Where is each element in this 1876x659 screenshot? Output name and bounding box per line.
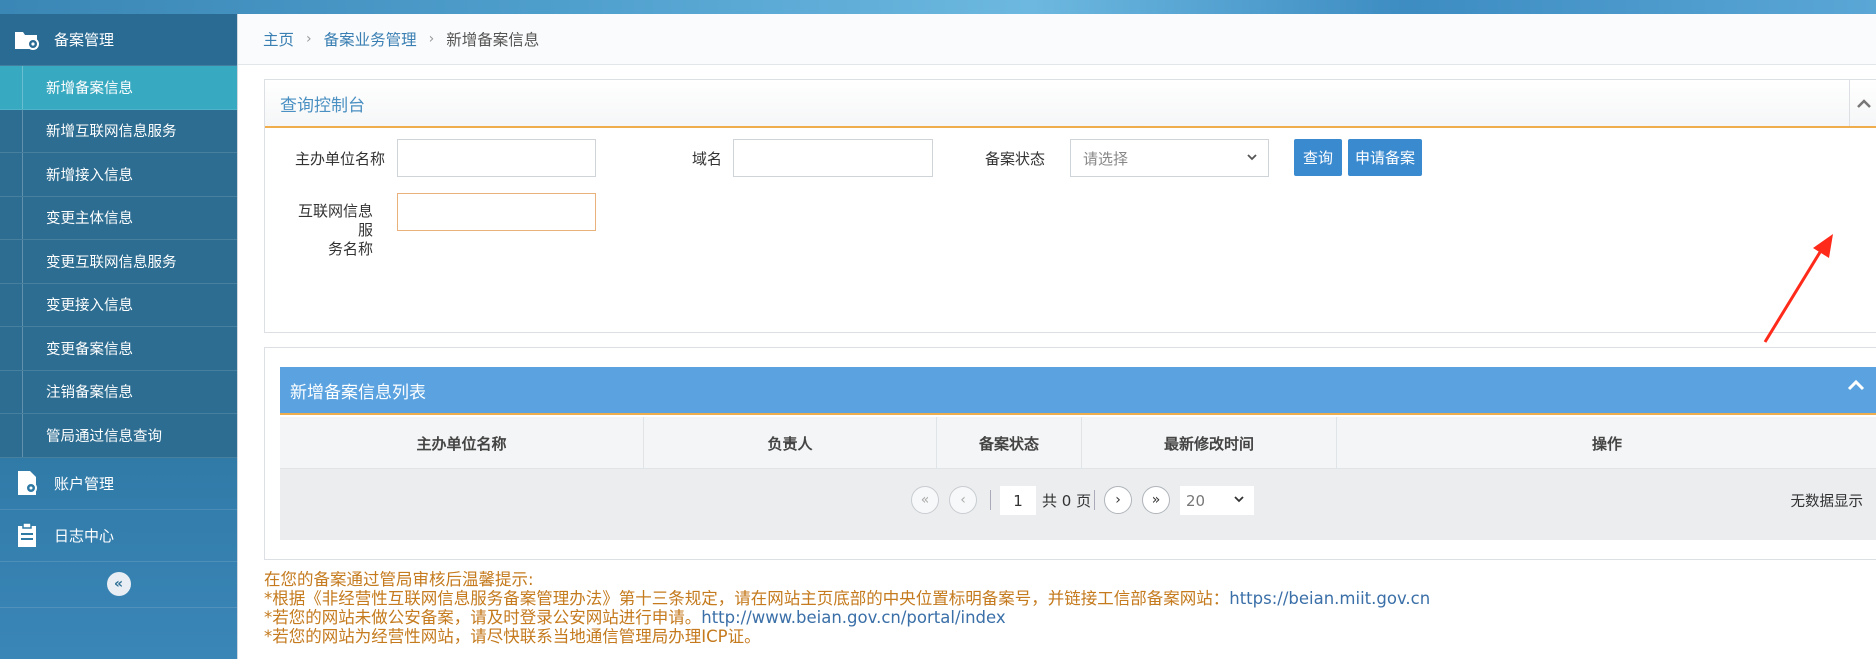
double-chevron-left-icon: « xyxy=(113,576,124,592)
pager-divider xyxy=(990,490,991,510)
sidebar-item-new-internet-service[interactable]: 新增互联网信息服务 xyxy=(0,109,237,153)
column-header[interactable]: 操作 xyxy=(1337,417,1876,469)
sidebar-item-new-access[interactable]: 新增接入信息 xyxy=(0,153,237,197)
pager-divider xyxy=(1094,490,1095,510)
chevron-left-icon: ‹ xyxy=(960,492,966,508)
sidebar-group-label: 日志中心 xyxy=(54,526,115,545)
page-number-input[interactable]: 1 xyxy=(1000,486,1036,515)
sidebar-item-label: 变更互联网信息服务 xyxy=(46,254,177,271)
tips-line: *若您的网站未做公安备案，请及时登录公安网站进行申请。http://www.be… xyxy=(264,608,1430,627)
list-panel-title: 新增备案信息列表 xyxy=(290,382,426,403)
miit-link[interactable]: https://beian.miit.gov.cn xyxy=(1229,589,1430,608)
chevron-right-icon: › xyxy=(428,31,435,47)
main-content: 主页 › 备案业务管理 › 新增备案信息 查询控制台 主办单位名称 域名 备案状… xyxy=(237,14,1876,659)
sidebar-item-label: 变更主体信息 xyxy=(46,211,133,228)
query-panel: 查询控制台 主办单位名称 域名 备案状态 请选择 查询 申请备案 互联网信息服 … xyxy=(264,79,1876,333)
sidebar-item-change-internet-service[interactable]: 变更互联网信息服务 xyxy=(0,240,237,284)
breadcrumb: 主页 › 备案业务管理 › 新增备案信息 xyxy=(238,14,1876,65)
query-panel-header: 查询控制台 xyxy=(265,80,1876,128)
next-page-button[interactable]: › xyxy=(1104,486,1132,514)
sidebar: 备案管理 新增备案信息 新增互联网信息服务 新增接入信息 变更主体信息 变更互联… xyxy=(0,14,237,659)
tips-line: *若您的网站为经营性网站，请尽快联系当地通信管理局办理ICP证。 xyxy=(264,627,761,646)
column-header[interactable]: 负责人 xyxy=(644,417,937,469)
tips-text: *若您的网站未做公安备案，请及时登录公安网站进行申请。 xyxy=(264,608,702,627)
chevron-up-icon[interactable] xyxy=(1847,379,1865,391)
top-banner xyxy=(0,0,1876,14)
table-header: 主办单位名称 负责人 备案状态 最新修改时间 操作 xyxy=(280,417,1876,469)
last-page-button[interactable]: » xyxy=(1142,486,1170,514)
sidebar-collapse-row: « xyxy=(0,562,237,608)
folder-gear-icon xyxy=(14,27,40,53)
sidebar-group-label: 账户管理 xyxy=(54,474,115,493)
service-name-input[interactable] xyxy=(397,193,596,231)
chevron-right-icon: › xyxy=(1115,492,1121,508)
sidebar-group-account[interactable]: 账户管理 xyxy=(0,458,237,510)
sidebar-item-label: 新增互联网信息服务 xyxy=(46,124,177,141)
sidebar-item-label: 变更接入信息 xyxy=(46,298,133,315)
first-page-button[interactable]: « xyxy=(911,486,939,514)
beian-gov-link[interactable]: http://www.beian.gov.cn/portal/index xyxy=(701,608,1005,627)
chevron-down-icon xyxy=(1247,154,1257,161)
column-header[interactable]: 最新修改时间 xyxy=(1082,417,1337,469)
prev-page-button[interactable]: ‹ xyxy=(949,486,977,514)
sidebar-item-label: 新增接入信息 xyxy=(46,167,133,184)
sidebar-item-new-filing[interactable]: 新增备案信息 xyxy=(0,66,237,110)
breadcrumb-current: 新增备案信息 xyxy=(446,31,540,49)
list-panel-header: 新增备案信息列表 xyxy=(280,367,1876,415)
status-select[interactable]: 请选择 xyxy=(1070,139,1269,177)
sponsor-name-input[interactable] xyxy=(397,139,596,177)
domain-input[interactable] xyxy=(733,139,933,177)
sidebar-item-change-filing[interactable]: 变更备案信息 xyxy=(0,327,237,371)
sidebar-group-logs[interactable]: 日志中心 xyxy=(0,510,237,562)
double-chevron-right-icon: » xyxy=(1151,492,1161,508)
empty-state-text: 无数据显示 xyxy=(1790,494,1864,510)
tips-text: *根据《非经营性互联网信息服务备案管理办法》第十三条规定，请在网站主页底部的中央… xyxy=(264,589,1230,608)
collapse-sidebar-button[interactable]: « xyxy=(106,572,131,596)
breadcrumb-home-link[interactable]: 主页 xyxy=(263,28,294,50)
page-size-value: 20 xyxy=(1186,491,1206,510)
service-name-label: 互联网信息服 务名称 xyxy=(285,202,373,259)
sidebar-item-label: 注销备案信息 xyxy=(46,385,133,402)
sidebar-item-change-entity[interactable]: 变更主体信息 xyxy=(0,196,237,240)
column-header[interactable]: 备案状态 xyxy=(937,417,1082,469)
page-size-select[interactable]: 20 xyxy=(1180,486,1254,515)
apply-filing-button[interactable]: 申请备案 xyxy=(1348,139,1422,176)
status-label: 备案状态 xyxy=(984,150,1045,168)
status-select-value: 请选择 xyxy=(1083,149,1129,168)
sidebar-item-change-access[interactable]: 变更接入信息 xyxy=(0,283,237,327)
domain-label: 域名 xyxy=(691,150,722,168)
tips-notes: 在您的备案通过管局审核后温馨提示: *根据《非经营性互联网信息服务备案管理办法》… xyxy=(264,570,1430,646)
annotation-arrow-icon xyxy=(1763,234,1833,343)
tips-line: 在您的备案通过管局审核后温馨提示: xyxy=(264,570,534,589)
sidebar-item-label: 变更备案信息 xyxy=(46,341,133,358)
list-panel: 新增备案信息列表 主办单位名称 负责人 备案状态 最新修改时间 操作 « ‹ 1… xyxy=(264,347,1876,560)
collapse-panel-button[interactable] xyxy=(1849,80,1876,126)
chevron-right-icon: › xyxy=(306,31,312,47)
query-button[interactable]: 查询 xyxy=(1294,139,1342,176)
service-name-label-line1: 互联网信息服 xyxy=(297,202,373,239)
pagination-bar: « ‹ 1 共 0 页 › » 20 无数据显示 xyxy=(280,469,1876,540)
sidebar-item-approved-query[interactable]: 管局通过信息查询 xyxy=(0,414,237,458)
tips-line: *根据《非经营性互联网信息服务备案管理办法》第十三条规定，请在网站主页底部的中央… xyxy=(264,589,1430,608)
service-name-label-line2: 务名称 xyxy=(327,240,373,258)
breadcrumb-section-link[interactable]: 备案业务管理 xyxy=(324,28,417,50)
chevron-up-icon xyxy=(1856,99,1871,108)
document-gear-icon xyxy=(14,470,40,496)
clipboard-icon xyxy=(14,522,40,548)
query-panel-title: 查询控制台 xyxy=(280,95,365,116)
total-pages: 共 0 页 xyxy=(1042,492,1092,510)
chevron-down-icon xyxy=(1234,496,1244,503)
column-header[interactable]: 主办单位名称 xyxy=(280,417,644,469)
sidebar-item-cancel-filing[interactable]: 注销备案信息 xyxy=(0,370,237,414)
sidebar-group-label: 备案管理 xyxy=(54,31,115,49)
sponsor-label: 主办单位名称 xyxy=(294,150,385,168)
sidebar-item-label: 新增备案信息 xyxy=(46,80,133,97)
sidebar-group-filing[interactable]: 备案管理 xyxy=(0,14,237,66)
sidebar-item-label: 管局通过信息查询 xyxy=(46,428,162,445)
double-chevron-left-icon: « xyxy=(920,492,930,508)
